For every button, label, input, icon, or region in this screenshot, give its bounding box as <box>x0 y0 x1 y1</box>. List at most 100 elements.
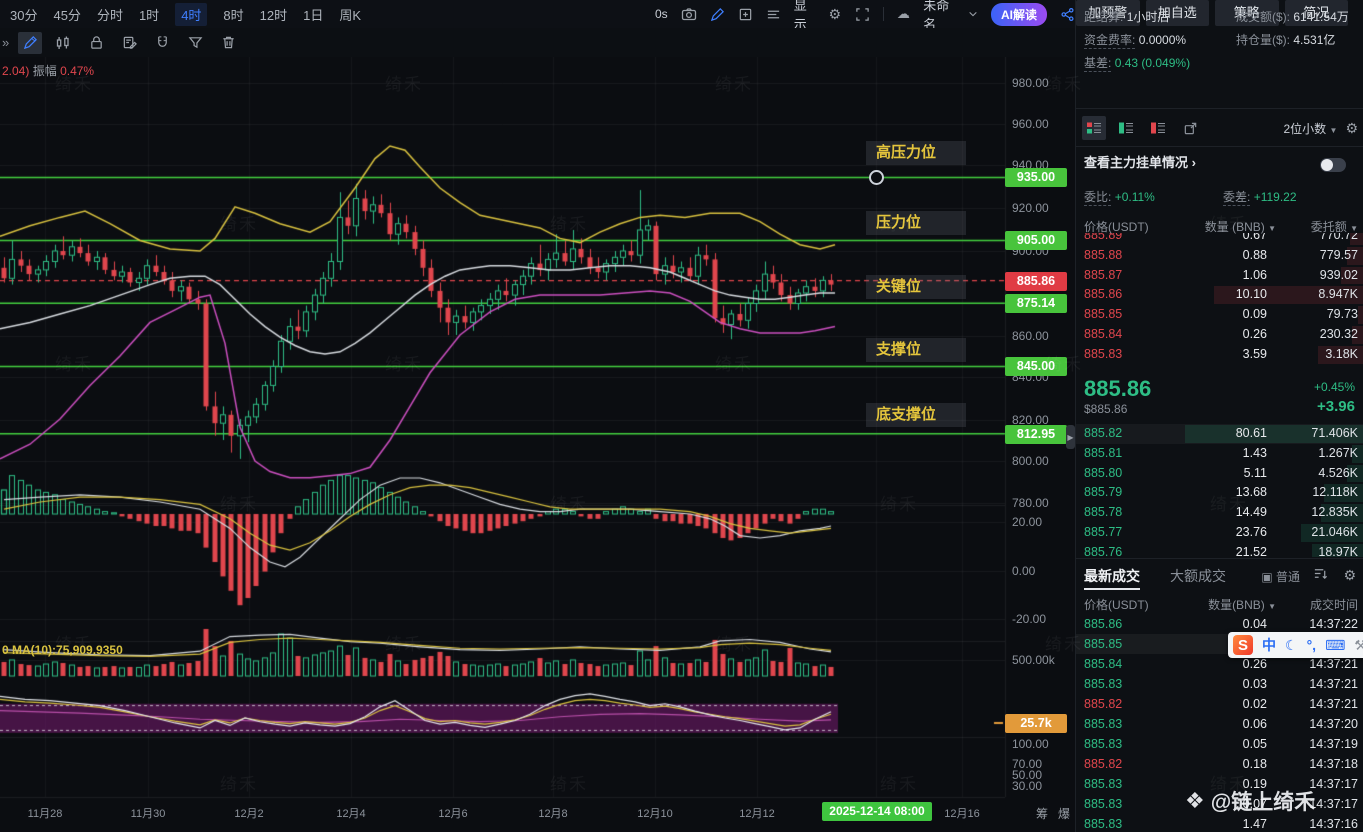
divider <box>1076 558 1363 559</box>
chart-area[interactable]: 2.04) 振幅 0.47% 980.00 960.00 940.00 920.00 9… <box>0 57 1075 832</box>
y-axis-label: 30.00 <box>1012 779 1043 793</box>
price-chart-canvas[interactable] <box>0 57 1075 832</box>
timeframe-周K[interactable]: 周K <box>339 5 361 24</box>
add-box-icon[interactable] <box>738 6 753 23</box>
y-axis-label: -20.00 <box>1012 612 1047 626</box>
ime-moon-icon[interactable]: ☾ <box>1285 637 1298 654</box>
bid-row[interactable]: 885.78 14.49 12.835K <box>1076 503 1363 523</box>
ask-row[interactable]: 885.85 0.09 79.73 <box>1076 305 1363 325</box>
ime-more-icon[interactable]: ⚒ <box>1354 637 1363 654</box>
level-annotation: 高压力位 <box>866 141 966 165</box>
x-axis-date: 11月28 <box>27 808 63 820</box>
price-level-tag: 885.86 <box>1005 272 1067 291</box>
ime-toolbar[interactable]: S 中 ☾ °, ⌨ ⚒ <box>1228 632 1363 658</box>
volume-ma-label: 0 MA(10):75,909.9350 <box>2 643 123 657</box>
bid-row[interactable]: 885.77 23.76 21.046K <box>1076 523 1363 543</box>
fullscreen-icon[interactable] <box>855 6 870 23</box>
turnover-stat: 成交额($): 6141.54万 <box>1236 10 1349 24</box>
camera-icon[interactable] <box>681 6 697 23</box>
book-mode-asks-icon[interactable] <box>1146 116 1170 140</box>
bid-row[interactable]: 885.81 1.43 1.267K <box>1076 444 1363 464</box>
book-mode-bids-icon[interactable] <box>1114 116 1138 140</box>
pencil-icon[interactable] <box>18 31 43 54</box>
level-annotation: 压力位 <box>866 211 966 235</box>
ask-row[interactable]: 885.83 3.59 3.18K <box>1076 345 1363 365</box>
ime-language-toggle[interactable]: 中 <box>1262 635 1276 655</box>
level-annotation: 底支撑位 <box>866 403 966 427</box>
precision-select[interactable]: 2位小数 ▼ <box>1283 120 1337 137</box>
ime-punctuation-icon[interactable]: °, <box>1307 637 1317 653</box>
market-panel: 距结算: 1小时后 成交额($): 6141.54万 资金费率: 0.0000%… <box>1075 0 1363 832</box>
ask-row[interactable]: 885.88 0.88 779.57 <box>1076 246 1363 266</box>
timeframe-45分[interactable]: 45分 <box>53 5 80 24</box>
gear-icon[interactable]: ⚙ <box>828 6 842 23</box>
cloud-icon: ☁ <box>896 6 910 21</box>
book-settings-gear-icon[interactable]: ⚙ <box>1345 120 1358 137</box>
note-edit-icon[interactable] <box>117 32 141 54</box>
chevron-down-icon[interactable] <box>968 6 978 23</box>
x-axis-date: 12月10 <box>637 808 673 820</box>
y-axis-label: 100.00 <box>1012 737 1049 751</box>
timeframe-row: 30分 45分 分时 1时 4时 8时 12时 1日 周K <box>10 0 361 28</box>
funding-stat: 资金费率: 0.0000% <box>1084 33 1187 49</box>
x-axis-date: 12月8 <box>538 808 568 820</box>
main-orders-toggle[interactable] <box>1320 158 1346 172</box>
ask-row[interactable]: 885.86 10.10 8.947K <box>1076 285 1363 305</box>
trades-tabs: 最新成交 大额成交 ▣ 普通 ⚙ <box>1076 562 1363 590</box>
depth-bar <box>1358 306 1363 324</box>
last-price-usd: $885.86 <box>1084 402 1128 416</box>
popout-icon[interactable] <box>1178 116 1202 140</box>
tab-large-trades[interactable]: 大额成交 <box>1170 566 1226 586</box>
tab-latest-trades[interactable]: 最新成交 <box>1084 566 1140 586</box>
magnet-icon[interactable] <box>150 32 174 54</box>
collapse-chevron-icon[interactable]: » <box>2 35 9 50</box>
ime-logo-icon[interactable]: S <box>1233 635 1253 655</box>
timeframe-30分[interactable]: 30分 <box>10 5 37 24</box>
filter-icon[interactable] <box>183 32 207 54</box>
ask-row[interactable]: 885.84 0.26 230.32 <box>1076 325 1363 345</box>
volume-tag: 25.7k <box>1005 714 1067 733</box>
panel-collapse-handle[interactable]: ▶ <box>1066 425 1075 449</box>
trades-mode-select[interactable]: ▣ 普通 <box>1261 568 1300 585</box>
timeframe-1日[interactable]: 1日 <box>303 5 323 24</box>
ask-row[interactable]: 885.89 0.67 770.72 <box>1076 233 1363 246</box>
ratio-stat: 委比: +0.11% <box>1084 190 1155 206</box>
trading-app: { "app": {"watermark_text": "绮禾", "brand… <box>0 0 1363 832</box>
timeframe-4时[interactable]: 4时 <box>175 2 208 26</box>
timeframe-1时[interactable]: 1时 <box>139 5 159 24</box>
bid-row[interactable]: 885.76 21.52 18.97K <box>1076 543 1363 557</box>
timeframe-8时[interactable]: 8时 <box>223 5 243 24</box>
list-icon[interactable] <box>766 6 781 23</box>
bid-row[interactable]: 885.79 13.68 12.118K <box>1076 483 1363 503</box>
drawing-toolbar: » <box>0 28 1075 58</box>
book-mode-both-icon[interactable] <box>1082 116 1106 140</box>
ask-row[interactable]: 885.87 1.06 939.02 <box>1076 266 1363 286</box>
share-icon[interactable] <box>1060 6 1075 23</box>
y-axis-label: 0.00 <box>1012 564 1036 578</box>
chart-mode-chip[interactable]: 筹 <box>1036 805 1048 822</box>
level-annotation: 关键位 <box>866 275 966 299</box>
trade-row: 885.83 1.47 14:37:16 <box>1084 817 1358 831</box>
x-axis-date: 12月16 <box>944 808 980 820</box>
timeframe-分时[interactable]: 分时 <box>97 5 123 24</box>
chart-tools-row: 0s 显示 ⚙ ☁ 未命名 AI解读 <box>655 0 1075 32</box>
timeframe-12时[interactable]: 12时 <box>260 5 287 24</box>
chart-mode-chip[interactable]: 爆 <box>1058 805 1070 822</box>
level-marker-circle[interactable] <box>869 170 884 185</box>
candlestick-icon[interactable] <box>51 32 75 54</box>
diff-stat: 委差: +119.22 <box>1223 190 1297 206</box>
ai-interpret-button[interactable]: AI解读 <box>990 2 1047 26</box>
trash-icon[interactable] <box>216 32 240 54</box>
toolbar-divider <box>882 7 884 21</box>
lock-icon[interactable] <box>84 32 108 54</box>
asks-list: 885.89 0.67 770.72 885.88 0.88 779.57 885.87 1.… <box>1076 233 1363 372</box>
main-orders-link[interactable]: 查看主力挂单情况 › <box>1084 155 1196 170</box>
trades-sort-icon[interactable] <box>1313 566 1328 584</box>
bid-row[interactable]: 885.80 5.11 4.526K <box>1076 464 1363 484</box>
y-axis-label: 780.00 <box>1012 496 1049 510</box>
draw-icon[interactable] <box>710 6 725 23</box>
trades-settings-gear-icon[interactable]: ⚙ <box>1343 567 1356 584</box>
bid-row[interactable]: 885.82 80.61 71.406K <box>1076 424 1363 444</box>
ime-keyboard-icon[interactable]: ⌨ <box>1325 637 1345 654</box>
bar-countdown: 0s <box>655 7 668 21</box>
